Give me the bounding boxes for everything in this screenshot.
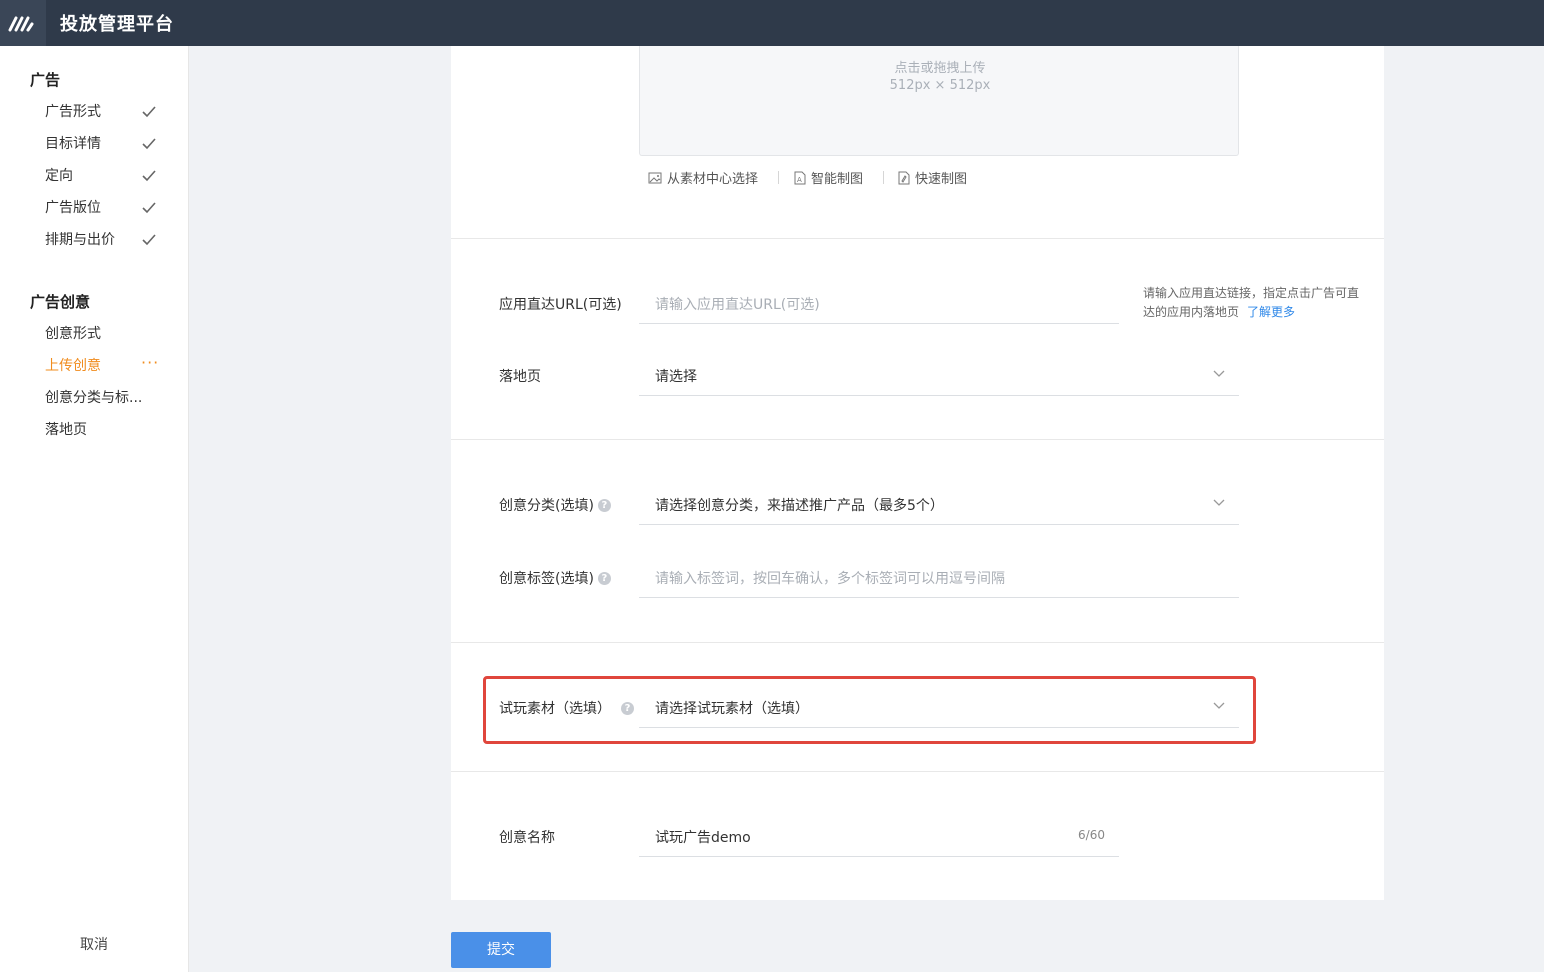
section-divider [451,238,1384,239]
section-divider [451,439,1384,440]
choose-from-library-button[interactable]: 从素材中心选择 [648,168,758,187]
document-pen-icon [898,171,910,184]
app-url-input[interactable]: 请输入应用直达URL(可选) [639,282,1119,324]
tags-placeholder: 请输入标签词，按回车确认，多个标签词可以用逗号间隔 [655,571,1005,587]
app-url-label: 应用直达URL(可选) [499,297,622,313]
category-label-text: 创意分类(选填) [499,498,594,514]
landing-page-label: 落地页 [499,369,541,385]
highlight-box [483,676,1256,744]
sidebar-item-label: 创意形式 [45,326,101,342]
category-select[interactable]: 请选择创意分类，来描述推广产品（最多5个） [639,483,1239,525]
sidebar-item-upload-creative[interactable]: 上传创意 ··· [45,353,165,377]
brand-logo-icon[interactable] [0,0,46,46]
char-counter: 6/60 [1078,828,1105,842]
upload-prompt: 点击或拖拽上传 [894,61,986,76]
app-url-placeholder: 请输入应用直达URL(可选) [655,297,820,313]
learn-more-link[interactable]: 了解更多 [1247,305,1295,319]
in-progress-icon: ··· [141,353,160,372]
sidebar-item-schedule-bid[interactable]: 排期与出价 [45,229,165,251]
document-a-icon: A [794,171,806,184]
sidebar-item-label: 广告形式 [45,104,101,120]
sidebar-item-targeting[interactable]: 定向 [45,165,165,187]
landing-page-value: 请选择 [655,369,697,385]
creative-name-input[interactable]: 试玩广告demo 6/60 [639,815,1119,857]
chevron-down-icon [1213,370,1225,377]
smart-design-label: 智能制图 [811,172,864,187]
section-divider [451,771,1384,772]
app-url-hint: 请输入应用直达链接，指定点击广告可直达的应用内落地页 了解更多 [1143,284,1363,322]
creative-name-value: 试玩广告demo [655,830,751,846]
top-bar: 投放管理平台 [0,0,1544,46]
sidebar-item-landing-page[interactable]: 落地页 [45,419,165,441]
svg-text:A: A [797,176,802,184]
submit-button[interactable]: 提交 [451,932,551,968]
category-label: 创意分类(选填)? [499,495,611,515]
divider [778,171,779,184]
sidebar-group-creative: 广告创意 [30,293,91,311]
sidebar-group-ad: 广告 [30,71,61,89]
image-upload-dropzone[interactable]: 点击或拖拽上传 512px × 512px [639,46,1239,156]
divider [883,171,884,184]
sidebar-item-label: 创意分类与标... [45,390,143,406]
choose-from-library-label: 从素材中心选择 [667,172,759,187]
help-icon[interactable]: ? [597,498,611,512]
sidebar-item-creative-format[interactable]: 创意形式 [45,323,165,345]
quick-design-label: 快速制图 [915,172,968,187]
check-icon [142,234,156,246]
category-value: 请选择创意分类，来描述推广产品（最多5个） [655,498,944,514]
tags-label-text: 创意标签(选填) [499,571,594,587]
sidebar-item-label: 广告版位 [45,200,101,216]
check-icon [142,170,156,182]
sidebar-item-label: 定向 [45,168,73,184]
quick-design-button[interactable]: 快速制图 [898,168,967,187]
sidebar-item-target-details[interactable]: 目标详情 [45,133,165,155]
chevron-down-icon [1213,499,1225,506]
landing-page-select[interactable]: 请选择 [639,354,1239,396]
sidebar-item-label: 排期与出价 [45,232,115,248]
sidebar-item-category-tags[interactable]: 创意分类与标... [45,387,165,409]
help-icon[interactable]: ? [597,571,611,585]
sidebar-item-label: 上传创意 [45,358,101,374]
section-divider [451,642,1384,643]
check-icon [142,106,156,118]
cancel-button[interactable]: 取消 [80,934,108,954]
tags-label: 创意标签(选填)? [499,568,611,588]
sidebar-item-label: 落地页 [45,422,87,438]
sidebar: 广告 广告形式 目标详情 定向 广告版位 排期与出价 广告创意 创意形式 上传创… [0,46,189,972]
creative-name-label: 创意名称 [499,830,555,846]
check-icon [142,138,156,150]
app-title: 投放管理平台 [60,14,174,35]
tags-input[interactable]: 请输入标签词，按回车确认，多个标签词可以用逗号间隔 [639,556,1239,598]
creative-form-card: 点击或拖拽上传 512px × 512px 从素材中心选择 A 智能制图 快速制… [451,46,1384,900]
image-icon [648,172,662,183]
sidebar-item-placement[interactable]: 广告版位 [45,197,165,219]
sidebar-item-ad-format[interactable]: 广告形式 [45,101,165,123]
smart-design-button[interactable]: A 智能制图 [794,168,863,187]
sidebar-item-label: 目标详情 [45,136,101,152]
upload-size-hint: 512px × 512px [889,78,991,93]
check-icon [142,202,156,214]
